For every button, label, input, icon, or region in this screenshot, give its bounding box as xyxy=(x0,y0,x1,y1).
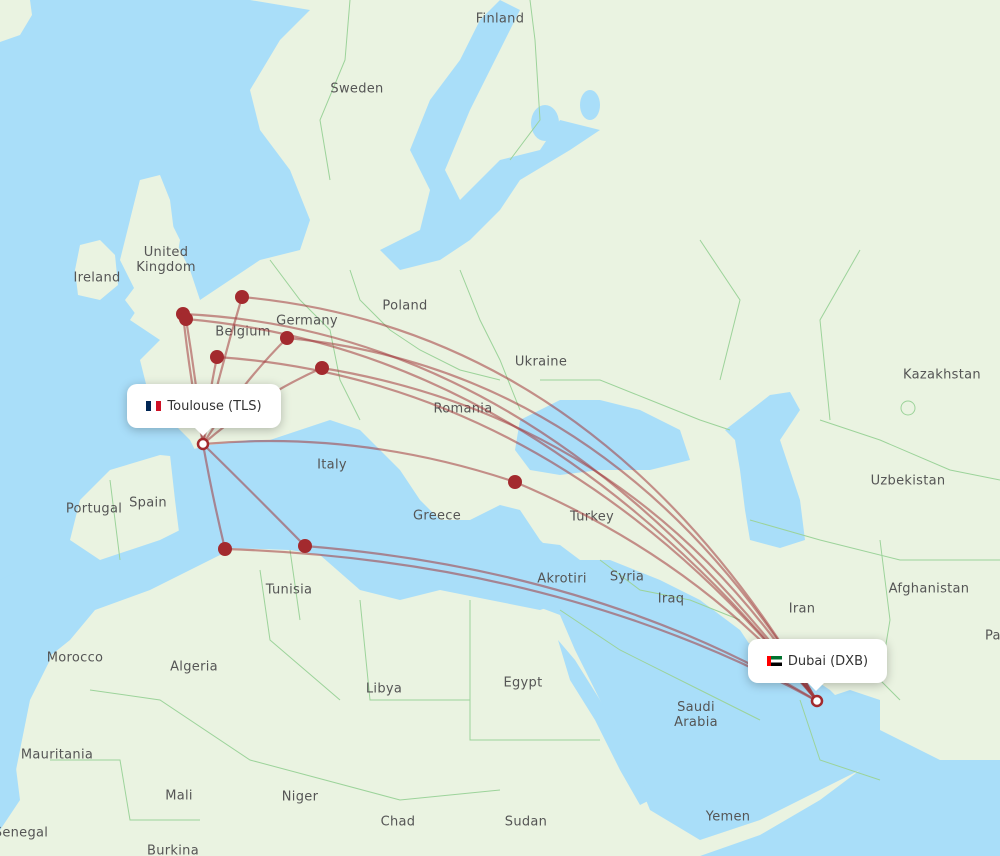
france-flag-icon xyxy=(146,401,162,411)
stopover-marker xyxy=(218,542,232,556)
origin-pin-icon xyxy=(196,437,210,451)
route-map[interactable]: Finland Sweden United Kingdom Ireland Po… xyxy=(0,0,1000,856)
route-tunis-dxb xyxy=(303,544,819,703)
route-london1-dxb xyxy=(181,312,819,703)
stopover-marker xyxy=(235,290,249,304)
routes-layer xyxy=(176,290,824,708)
stopover-marker xyxy=(298,539,312,553)
destination-callout[interactable]: Dubai (DXB) xyxy=(748,639,887,691)
stopover-marker xyxy=(210,350,224,364)
route-paris-dxb xyxy=(215,355,819,703)
destination-label: Dubai (DXB) xyxy=(787,653,869,669)
route-tls-istanbul xyxy=(201,439,517,484)
origin-label: Toulouse (TLS) xyxy=(167,398,262,414)
route-tls-algiers xyxy=(201,442,227,551)
route-amsterdam-dxb xyxy=(240,295,819,703)
stopover-marker xyxy=(315,361,329,375)
route-frankfurt-dxb xyxy=(285,336,819,703)
uae-flag-icon xyxy=(766,656,782,666)
origin-callout[interactable]: Toulouse (TLS) xyxy=(127,384,281,436)
destination-pin-icon xyxy=(810,694,824,708)
route-tls-tunis xyxy=(201,442,307,548)
stopover-marker xyxy=(508,475,522,489)
stopover-marker xyxy=(280,331,294,345)
stopover-marker xyxy=(179,312,193,326)
